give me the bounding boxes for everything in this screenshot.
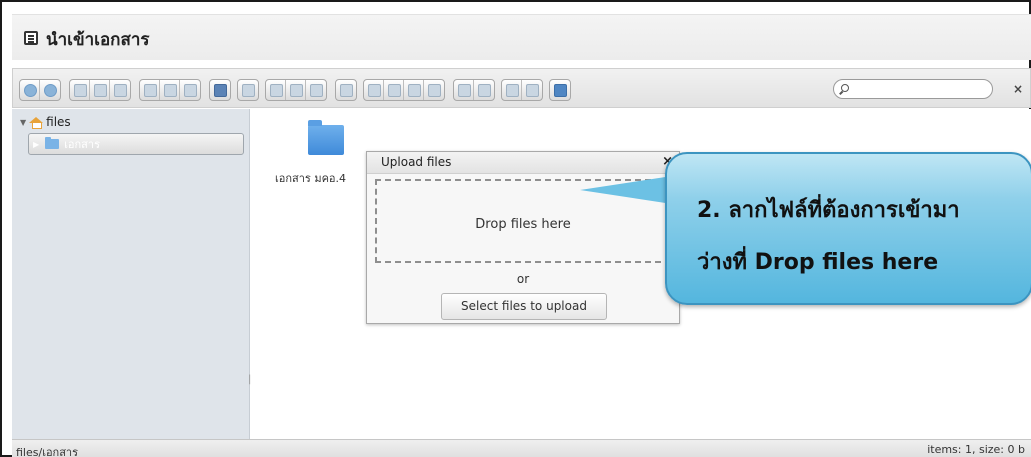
search-clear-button[interactable]: × bbox=[1013, 82, 1023, 96]
layout-group bbox=[501, 79, 543, 101]
home-group bbox=[69, 79, 131, 101]
folder-tree: ▼ files ▶ เอกสาร || bbox=[12, 109, 255, 439]
list-view-button[interactable] bbox=[502, 80, 522, 100]
select-button[interactable] bbox=[180, 80, 200, 100]
nav-button-group bbox=[19, 79, 61, 101]
expand-caret-icon[interactable]: ▼ bbox=[20, 118, 26, 127]
tree-item-label: เอกสาร bbox=[64, 138, 100, 151]
dialog-header: Upload files × bbox=[367, 152, 679, 174]
new-folder-button[interactable] bbox=[384, 80, 404, 100]
search-input[interactable] bbox=[833, 79, 993, 99]
save-button[interactable] bbox=[110, 80, 130, 100]
download-button[interactable] bbox=[160, 80, 180, 100]
status-bar: files/เอกสาร items: 1, size: 0 b bbox=[12, 439, 1031, 457]
tree-root-label: files bbox=[46, 115, 71, 129]
document-list-icon bbox=[24, 31, 38, 45]
duplicate-button[interactable] bbox=[336, 80, 356, 100]
callout-pointer bbox=[580, 176, 672, 204]
view-group bbox=[237, 79, 259, 101]
folder-label: เอกสาร มคอ.4 bbox=[275, 172, 347, 185]
app-window: นำเข้าเอกสาร × ▼ files ▶ เอกสาร เอกสาร ม… bbox=[0, 0, 1031, 457]
info-button[interactable] bbox=[210, 80, 230, 100]
home-button[interactable] bbox=[70, 80, 90, 100]
open-button[interactable] bbox=[140, 80, 160, 100]
folder-item[interactable]: เอกสาร มคอ.4 bbox=[271, 119, 381, 187]
help-group bbox=[549, 79, 571, 101]
folder-icon bbox=[308, 120, 344, 155]
create-group bbox=[363, 79, 445, 101]
tree-root-files[interactable]: ▼ files bbox=[20, 115, 71, 129]
resize-button[interactable] bbox=[474, 80, 494, 100]
collapse-caret-icon[interactable]: ▶ bbox=[33, 140, 39, 149]
duplicate-group bbox=[335, 79, 357, 101]
open-group bbox=[139, 79, 201, 101]
home-icon bbox=[29, 116, 44, 129]
back-button[interactable] bbox=[20, 80, 40, 100]
help-button[interactable] bbox=[550, 80, 570, 100]
paste-button[interactable] bbox=[306, 80, 326, 100]
dialog-title: Upload files bbox=[381, 155, 452, 169]
select-files-button[interactable]: Select files to upload bbox=[441, 293, 607, 320]
new-file-button[interactable] bbox=[364, 80, 384, 100]
rename-button[interactable] bbox=[404, 80, 424, 100]
clipboard-group bbox=[265, 79, 327, 101]
page-header: นำเข้าเอกสาร bbox=[12, 14, 1031, 60]
archive-group bbox=[453, 79, 495, 101]
instruction-callout: 2. ลากไฟล์ที่ต้องการเข้ามา ว่างที่ Drop … bbox=[665, 152, 1031, 305]
reload-button[interactable] bbox=[90, 80, 110, 100]
copy-button[interactable] bbox=[266, 80, 286, 100]
forward-button[interactable] bbox=[40, 80, 60, 100]
status-info: items: 1, size: 0 b bbox=[927, 443, 1025, 456]
icons-view-button[interactable] bbox=[522, 80, 542, 100]
view-button[interactable] bbox=[238, 80, 258, 100]
extract-button[interactable] bbox=[424, 80, 444, 100]
callout-text-line1: 2. ลากไฟล์ที่ต้องการเข้ามา bbox=[697, 198, 960, 223]
dropzone-label: Drop files here bbox=[475, 217, 571, 232]
info-group bbox=[209, 79, 231, 101]
cut-button[interactable] bbox=[286, 80, 306, 100]
or-label: or bbox=[516, 272, 530, 286]
callout-text-line2: ว่างที่ Drop files here bbox=[697, 250, 939, 275]
archive-button[interactable] bbox=[454, 80, 474, 100]
file-manager-toolbar: × bbox=[12, 68, 1031, 108]
page-title: นำเข้าเอกสาร bbox=[46, 30, 150, 50]
search-icon bbox=[841, 84, 849, 92]
folder-icon bbox=[45, 137, 60, 149]
tree-item-documents[interactable]: ▶ เอกสาร bbox=[28, 133, 244, 155]
status-path: files/เอกสาร bbox=[16, 446, 79, 457]
